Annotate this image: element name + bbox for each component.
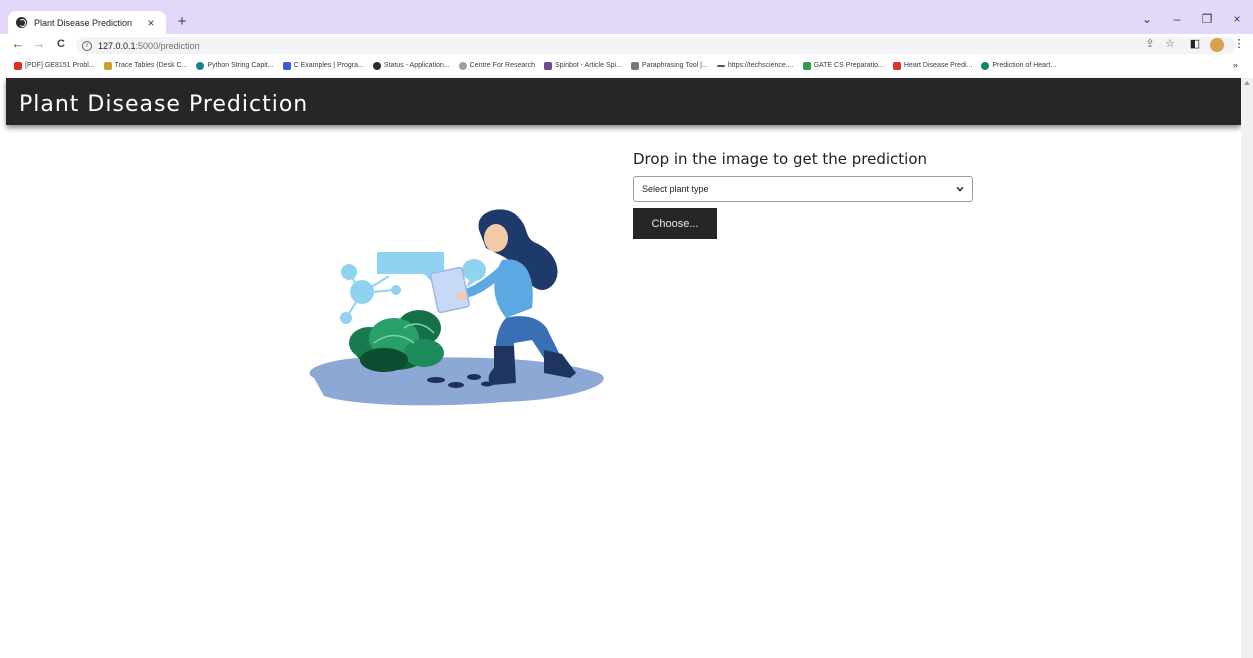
address-bar[interactable]: i 127.0.0.1 :5000/prediction [76,37,1236,54]
bookmark-item[interactable]: Prediction of Heart... [981,61,1056,70]
bookmark-item[interactable]: Trace Tables (Desk C... [103,61,187,70]
plant-type-selected-value: Select plant type [642,184,709,194]
upload-panel: Drop in the image to get the prediction … [633,150,978,239]
bookmark-icon [716,64,725,67]
close-window-button[interactable]: × [1227,12,1247,26]
globe-icon [16,17,27,28]
bookmark-item[interactable]: Paraphrasing Tool |... [630,61,708,70]
sidebar-icon[interactable]: ◧ [1188,37,1202,50]
bookmark-icon [892,61,901,70]
browser-tab[interactable]: Plant Disease Prediction × [8,11,166,34]
bookmark-item[interactable]: Heart Disease Predi... [892,61,972,70]
bookmark-item[interactable]: [PDF] GE8151 Probl... [14,61,95,70]
bookmark-icon [630,61,639,70]
site-brand[interactable]: Plant Disease Prediction [19,92,308,117]
bookmark-item[interactable]: Centre For Research [458,61,535,70]
choose-file-button[interactable]: Choose... [633,208,717,239]
tab-close-icon[interactable]: × [144,16,158,30]
bookmark-item[interactable]: Python String Capit... [196,61,274,70]
bookmark-item[interactable]: Spinbot - Article Spi... [543,61,622,70]
chevron-down-icon [956,186,964,192]
back-button[interactable]: ← [10,36,26,51]
star-icon[interactable]: ☆ [1163,37,1177,50]
bookmark-icon [543,61,552,70]
restore-button[interactable]: ❐ [1197,12,1217,26]
bookmark-icon [372,61,381,70]
bookmark-item[interactable]: Status - Application... [372,61,450,70]
new-tab-button[interactable]: + [173,13,191,30]
url-host: 127.0.0.1 [98,40,136,51]
bookmark-icon [14,61,22,70]
tab-title: Plant Disease Prediction [34,17,133,28]
bookmark-item[interactable]: https://techscience.... [716,62,794,69]
bookmark-icon [458,61,467,70]
minimize-button[interactable]: – [1167,12,1187,26]
bookmark-icon [103,61,112,70]
menu-icon[interactable]: ⋮ [1232,37,1246,50]
bookmark-item[interactable]: GATE CS Preparatio... [802,61,884,70]
avatar-icon[interactable] [1210,38,1224,52]
bookmarks-overflow-button[interactable]: » [1233,60,1238,70]
browser-tabstrip: Plant Disease Prediction × + ⌄ – ❐ × [0,0,1253,34]
bookmark-icon [802,61,811,70]
browser-toolbar: ← → C i 127.0.0.1 :5000/prediction ⇪ ☆ ◧… [0,34,1253,55]
reload-button[interactable]: C [53,38,69,50]
site-info-icon[interactable]: i [82,40,92,51]
bookmark-icon [196,61,205,70]
url-path: :5000/prediction [135,40,200,51]
forward-button[interactable]: → [31,36,47,51]
page-scrollbar[interactable] [1241,78,1253,658]
scroll-up-icon[interactable] [1244,81,1250,85]
share-icon[interactable]: ⇪ [1143,37,1157,50]
tab-search-icon[interactable]: ⌄ [1137,12,1157,26]
bookmark-icon [282,61,291,70]
bookmarks-bar: [PDF] GE8151 Probl... Trace Tables (Desk… [0,55,1253,76]
bookmark-item[interactable]: C Examples | Progra... [282,61,364,70]
site-header: Plant Disease Prediction [6,78,1241,125]
upload-heading: Drop in the image to get the prediction [633,150,928,168]
plant-type-select[interactable]: Select plant type [633,176,973,202]
plant-scientist-illustration [309,209,604,406]
bookmark-icon [981,61,990,70]
page-viewport: Plant Disease Prediction Drop in the ima… [6,78,1241,658]
